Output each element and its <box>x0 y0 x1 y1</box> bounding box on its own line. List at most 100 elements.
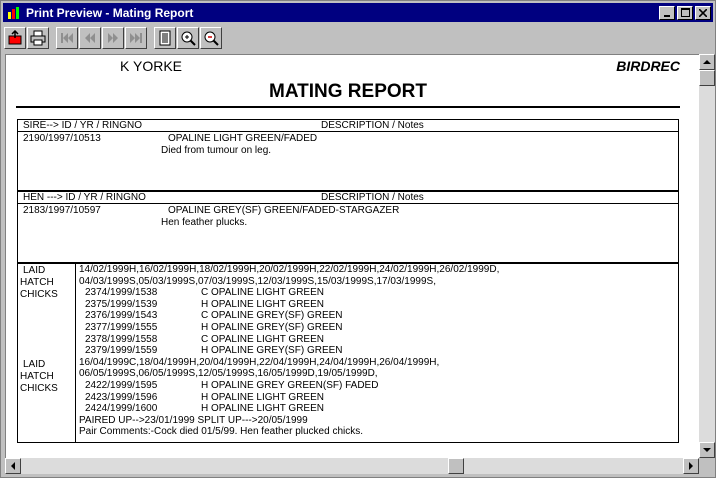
sire-note: Died from tumour on leg. <box>161 145 272 156</box>
zoom-in-icon <box>181 31 196 46</box>
sire-description: OPALINE LIGHT GREEN/FADED <box>168 133 318 144</box>
laid-dates: 14/02/1999H,16/02/1999H,18/02/1999H,20/0… <box>79 264 500 275</box>
next-page-button[interactable] <box>102 27 124 49</box>
arrow-up-icon <box>703 60 711 64</box>
chick-row: 2377/1999/1555 H OPALINE GREY(SF) GREEN <box>79 322 677 334</box>
chick-row: 2424/1999/1600 H OPALINE LIGHT GREEN <box>79 403 677 415</box>
scroll-right-button[interactable] <box>683 458 699 474</box>
vertical-scrollbar[interactable] <box>699 54 715 458</box>
toolbar <box>3 24 713 52</box>
chick-description: H OPALINE LIGHT GREEN <box>201 391 324 403</box>
printer-icon <box>30 30 46 46</box>
chick-id: 2378/1999/1558 <box>85 333 158 345</box>
horizontal-scroll-thumb[interactable] <box>448 458 464 474</box>
chicks-label: CHICKS <box>20 383 58 394</box>
zoom-out-button[interactable] <box>200 27 222 49</box>
previous-page-button[interactable] <box>79 27 101 49</box>
sire-id: 2190/1997/10513 <box>23 133 101 144</box>
chick-id: 2423/1999/1596 <box>85 391 158 403</box>
preview-area[interactable]: K YORKE BIRDREC MATING REPORT SIRE--> ID… <box>5 54 699 458</box>
chick-description: C OPALINE GREY(SF) GREEN <box>201 310 343 322</box>
sire-header-desc: DESCRIPTION / Notes <box>321 120 424 131</box>
previous-icon <box>85 33 95 43</box>
breeding-box: LAID HATCH CHICKS LAID HATCH CHICKS 14/0… <box>17 263 679 443</box>
hen-header-desc: DESCRIPTION / Notes <box>321 192 424 203</box>
next-icon <box>108 33 118 43</box>
chick-id: 2377/1999/1555 <box>85 321 158 333</box>
hen-id: 2183/1997/10597 <box>23 205 101 216</box>
export-icon <box>8 30 22 45</box>
chick-row: 2376/1999/1543 C OPALINE GREY(SF) GREEN <box>79 310 677 322</box>
hen-header-id: HEN ---> ID / YR / RINGNO <box>23 192 146 203</box>
chicks-label: CHICKS <box>20 289 58 300</box>
page-view-button[interactable] <box>154 27 176 49</box>
arrow-left-icon <box>11 462 15 470</box>
last-page-button[interactable] <box>125 27 147 49</box>
first-page-icon <box>61 33 73 43</box>
chick-description: H OPALINE GREY(SF) GREEN <box>201 345 343 357</box>
chick-row: 2375/1999/1539 H OPALINE LIGHT GREEN <box>79 299 677 311</box>
title-bar[interactable]: Print Preview - Mating Report <box>3 3 713 22</box>
chick-id: 2374/1999/1538 <box>85 287 158 299</box>
chick-row: 2379/1999/1559 H OPALINE GREY(SF) GREEN <box>79 345 677 357</box>
page-icon <box>159 30 171 46</box>
chick-description: C OPALINE LIGHT GREEN <box>201 287 324 299</box>
hatch-label: HATCH <box>20 371 54 382</box>
hen-description: OPALINE GREY(SF) GREEN/FADED-STARGAZER <box>168 205 400 216</box>
arrow-down-icon <box>703 448 711 452</box>
pairing-dates: PAIRED UP-->23/01/1999 SPLIT UP--->20/05… <box>79 414 308 426</box>
row-labels: LAID HATCH CHICKS LAID HATCH CHICKS <box>18 264 76 442</box>
chick-description: H OPALINE GREY(SF) GREEN <box>201 321 343 333</box>
hen-note: Hen feather plucks. <box>161 217 248 228</box>
laid-label: LAID <box>23 359 46 370</box>
chick-row: 2422/1999/1595 H OPALINE GREY GREEN(SF) F… <box>79 380 677 392</box>
laid-label: LAID <box>23 265 46 276</box>
chick-id: 2376/1999/1543 <box>85 310 158 322</box>
last-page-icon <box>130 33 142 43</box>
app-name: BIRDREC <box>616 58 680 74</box>
hatch-dates: 04/03/1999S,05/03/1999S,07/03/1999S,12/0… <box>79 275 436 287</box>
print-button[interactable] <box>27 27 49 49</box>
owner-name: K YORKE <box>120 58 182 74</box>
chick-row: 2423/1999/1596 H OPALINE LIGHT GREEN <box>79 392 677 404</box>
report-page: K YORKE BIRDREC MATING REPORT SIRE--> ID… <box>16 55 680 458</box>
horizontal-scrollbar[interactable] <box>5 458 699 474</box>
hatch-dates: 06/05/1999S,06/05/1999S,12/05/1999S,16/0… <box>79 368 378 380</box>
chick-description: H OPALINE GREY GREEN(SF) FADED <box>201 379 379 391</box>
chick-id: 2379/1999/1559 <box>85 345 158 357</box>
maximize-button[interactable] <box>677 5 693 20</box>
laid-dates: 16/04/1999C,18/04/1999H,20/04/1999H,22/0… <box>79 356 440 368</box>
report-title: MATING REPORT <box>269 81 427 102</box>
chick-description: H OPALINE LIGHT GREEN <box>201 403 324 415</box>
chick-row: 2378/1999/1558 C OPALINE LIGHT GREEN <box>79 334 677 346</box>
print-preview-window: Print Preview - Mating Report K YORKE BI… <box>0 0 716 478</box>
first-page-button[interactable] <box>56 27 78 49</box>
sire-header: SIRE--> ID / YR / RINGNO DESCRIPTION / N… <box>18 120 678 132</box>
sire-header-id: SIRE--> ID / YR / RINGNO <box>23 120 142 131</box>
breeding-lines: 14/02/1999H,16/02/1999H,18/02/1999H,20/0… <box>79 264 677 438</box>
scroll-up-button[interactable] <box>699 54 715 70</box>
hatch-label: HATCH <box>20 277 54 288</box>
print-setup-button[interactable] <box>4 27 26 49</box>
sire-box: SIRE--> ID / YR / RINGNO DESCRIPTION / N… <box>17 119 679 191</box>
title-rule <box>16 106 680 108</box>
scroll-left-button[interactable] <box>5 458 21 474</box>
hen-box: HEN ---> ID / YR / RINGNO DESCRIPTION / … <box>17 191 679 263</box>
zoom-in-button[interactable] <box>177 27 199 49</box>
scrollbar-corner <box>699 458 715 474</box>
pair-comments: Pair Comments:-Cock died 01/5/99. Hen fe… <box>79 426 364 438</box>
minimize-button[interactable] <box>659 5 675 20</box>
chick-row: 2374/1999/1538 C OPALINE LIGHT GREEN <box>79 287 677 299</box>
close-button[interactable] <box>695 5 711 20</box>
chick-id: 2422/1999/1595 <box>85 379 158 391</box>
chick-description: H OPALINE LIGHT GREEN <box>201 298 324 310</box>
zoom-out-icon <box>204 31 219 46</box>
arrow-right-icon <box>689 462 693 470</box>
app-icon <box>6 5 22 21</box>
vertical-scroll-thumb[interactable] <box>699 70 715 86</box>
window-title: Print Preview - Mating Report <box>26 5 194 20</box>
chick-id: 2424/1999/1600 <box>85 403 158 415</box>
hen-header: HEN ---> ID / YR / RINGNO DESCRIPTION / … <box>18 192 678 204</box>
scroll-down-button[interactable] <box>699 442 715 458</box>
chick-description: C OPALINE LIGHT GREEN <box>201 333 324 345</box>
